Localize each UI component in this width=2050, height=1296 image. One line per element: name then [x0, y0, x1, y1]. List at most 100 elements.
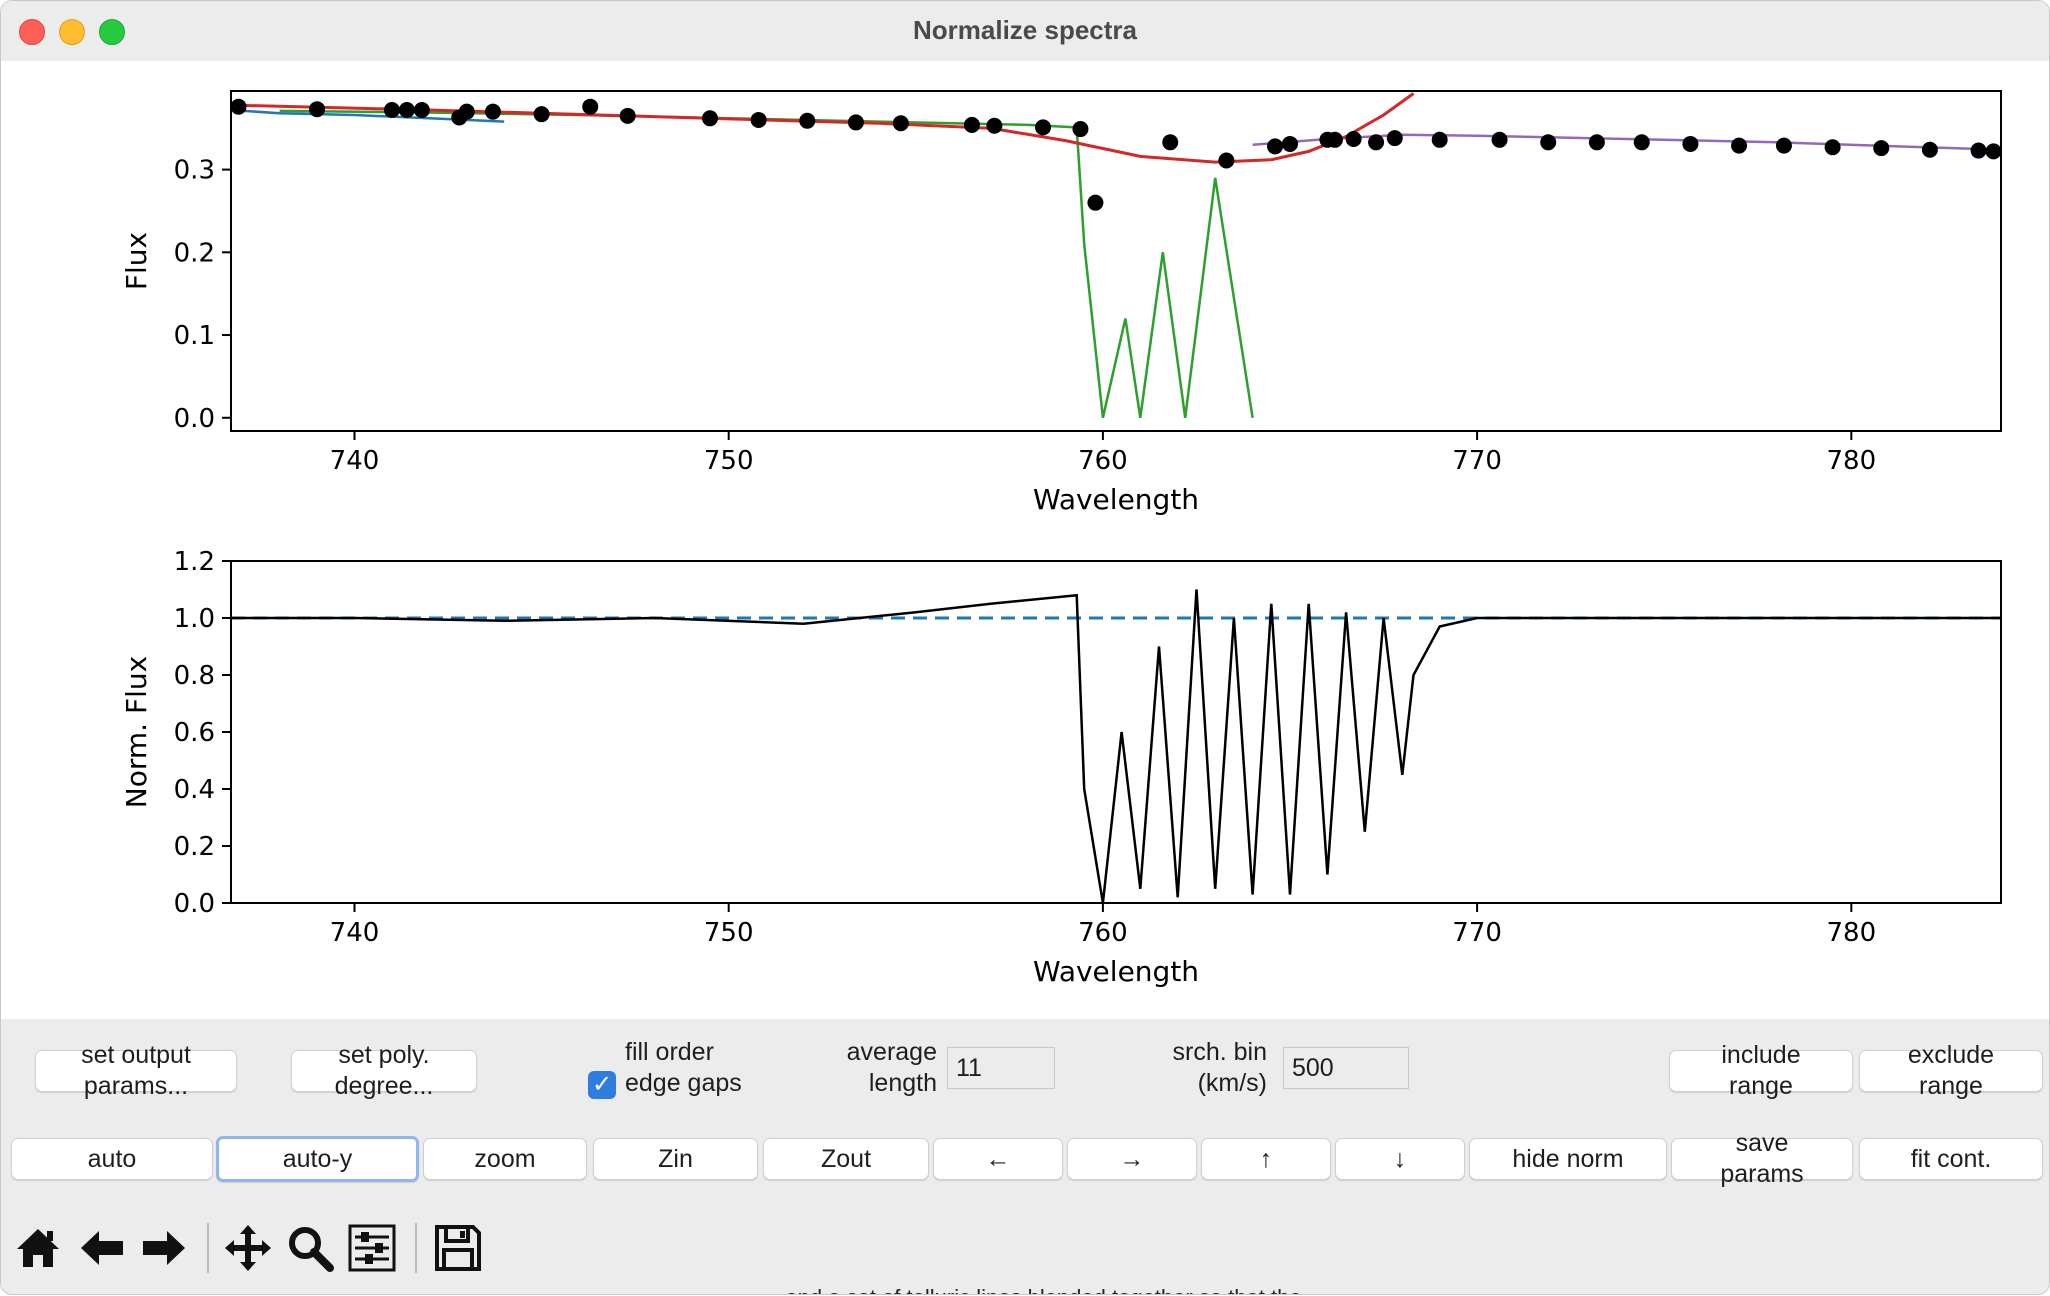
hide-norm-button[interactable]: hide norm	[1469, 1138, 1667, 1180]
anchor-point	[701, 110, 718, 127]
anchor-point	[1491, 131, 1508, 148]
anchor-point	[1345, 130, 1362, 147]
y-tick-label: 0.2	[174, 238, 215, 268]
anchor-point	[1431, 131, 1448, 148]
zoom-button[interactable]: zoom	[423, 1138, 587, 1180]
y-tick-label: 0.2	[174, 832, 215, 862]
x-axis-label: Wavelength	[1033, 483, 1199, 516]
anchor-point	[799, 112, 816, 129]
pan-up-button[interactable]: ↑	[1201, 1138, 1331, 1180]
anchor-point	[619, 107, 636, 124]
srch-bin-input[interactable]	[1283, 1047, 1409, 1089]
anchor-point	[1267, 138, 1284, 155]
anchor-point	[1633, 134, 1650, 151]
x-tick-label: 750	[704, 446, 754, 476]
anchor-point	[1824, 139, 1841, 156]
x-tick-label: 750	[704, 918, 754, 948]
srch-bin-label: srch. bin (km/s)	[1172, 1038, 1267, 1097]
anchor-point	[309, 101, 326, 118]
anchor-point	[484, 103, 501, 120]
anchor-point	[1873, 140, 1890, 157]
x-tick-label: 770	[1452, 446, 1502, 476]
pan-left-button[interactable]: ←	[933, 1138, 1063, 1180]
anchor-point	[963, 116, 980, 133]
home-icon[interactable]	[13, 1223, 63, 1273]
toolbar-separator	[415, 1223, 417, 1273]
anchor-point	[398, 102, 415, 119]
auto-button[interactable]: auto	[11, 1138, 213, 1180]
back-arrow-icon[interactable]	[77, 1223, 127, 1273]
x-tick-label: 740	[330, 446, 380, 476]
forward-arrow-icon[interactable]	[139, 1223, 189, 1273]
anchor-point	[1218, 152, 1235, 169]
anchor-point	[1588, 134, 1605, 151]
anchor-point	[383, 102, 400, 119]
anchor-point	[986, 117, 1003, 134]
pan-right-button[interactable]: →	[1067, 1138, 1197, 1180]
anchor-point	[1775, 137, 1792, 154]
y-tick-label: 0.6	[174, 718, 215, 748]
x-tick-label: 760	[1078, 446, 1128, 476]
y-tick-label: 0.4	[174, 775, 215, 805]
y-tick-label: 0.1	[174, 321, 215, 351]
y-tick-label: 1.0	[174, 604, 215, 634]
anchor-point	[1985, 143, 2001, 160]
pan-icon[interactable]	[223, 1223, 273, 1273]
anchor-point	[231, 98, 247, 115]
pan-down-button[interactable]: ↓	[1335, 1138, 1465, 1180]
anchor-point	[847, 114, 864, 131]
y-tick-label: 1.2	[174, 547, 215, 577]
title-bar: Normalize spectra	[1, 1, 2049, 62]
y-axis-label: Norm. Flux	[120, 656, 153, 808]
fit-cont-button[interactable]: fit cont.	[1859, 1138, 2043, 1180]
set-poly-degree-button[interactable]: set poly. degree...	[291, 1041, 477, 1100]
bottom-series-line	[231, 589, 2001, 903]
anchor-point	[582, 98, 599, 115]
anchor-point	[1162, 134, 1179, 151]
anchor-point	[892, 115, 909, 132]
toolbar-separator	[207, 1223, 209, 1273]
x-tick-label: 770	[1452, 918, 1502, 948]
background-window-text: ... and a set of telluric lines blended …	[761, 1285, 1326, 1294]
include-range-button[interactable]: include range	[1669, 1041, 1853, 1100]
figure-canvas[interactable]: 740 750 760 770 780 0.0 0.1 0.2 0.3 Wavelength Flu…	[1, 61, 2049, 1019]
anchor-point	[1386, 130, 1403, 147]
y-axis-label: Flux	[120, 232, 153, 290]
anchor-point	[1682, 135, 1699, 152]
fill-order-edge-gaps-checkbox[interactable]: ✓	[588, 1071, 616, 1099]
app-window: Normalize spectra 740 750 760 770 780 0.0 0.1 0…	[0, 0, 2050, 1295]
zoom-in-button[interactable]: Zin	[593, 1138, 758, 1180]
anchor-point	[1731, 137, 1748, 154]
x-tick-label: 740	[330, 918, 380, 948]
y-tick-label: 0.3	[174, 156, 215, 186]
y-tick-label: 0.0	[174, 404, 215, 434]
anchor-point	[533, 106, 550, 123]
window-title: Normalize spectra	[913, 15, 1137, 45]
save-icon[interactable]	[433, 1223, 483, 1273]
figure-svg: 740 750 760 770 780 0.0 0.1 0.2 0.3 Wavelength Flu…	[120, 90, 2002, 988]
bottom-axes-frame	[230, 560, 2002, 904]
average-length-label: average length	[846, 1038, 937, 1097]
anchor-point	[1035, 119, 1052, 136]
anchor-point	[750, 111, 767, 128]
y-tick-label: 0.8	[174, 661, 215, 691]
anchor-point	[1970, 142, 1987, 159]
anchor-point	[458, 103, 475, 120]
zoom-magnifier-icon[interactable]	[285, 1223, 335, 1273]
auto-y-button[interactable]: auto-y	[216, 1136, 419, 1182]
x-tick-label: 780	[1826, 918, 1876, 948]
average-length-input[interactable]	[947, 1047, 1055, 1089]
anchor-point	[1282, 135, 1299, 152]
exclude-range-button[interactable]: exclude range	[1859, 1041, 2043, 1100]
anchor-point	[1326, 131, 1343, 148]
y-tick-label: 0.0	[174, 889, 215, 919]
top-series-line	[279, 109, 1254, 419]
anchor-point	[1087, 194, 1104, 211]
save-params-button[interactable]: save params	[1671, 1129, 1853, 1188]
anchor-point	[1540, 134, 1557, 151]
anchor-point	[1072, 121, 1089, 138]
set-output-params-button[interactable]: set output params...	[35, 1041, 237, 1100]
anchor-point	[413, 102, 430, 119]
configure-subplots-icon[interactable]	[347, 1223, 397, 1273]
zoom-out-button[interactable]: Zout	[763, 1138, 929, 1180]
